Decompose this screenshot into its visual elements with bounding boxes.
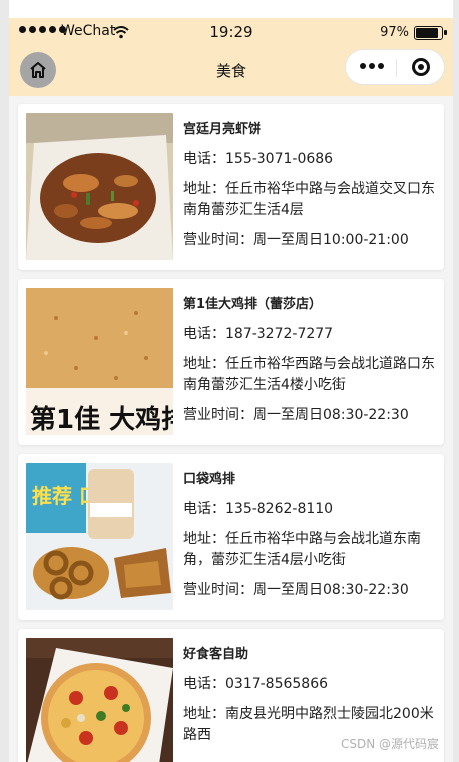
restaurant-name: 好食客自助 xyxy=(183,647,249,662)
capsule-divider xyxy=(396,59,397,77)
restaurant-name: 口袋鸡排 xyxy=(183,472,236,487)
restaurant-info: 宫廷月亮虾饼 电话：155-3071-0686 地址：任丘市裕华中路与会战道交叉… xyxy=(183,113,436,261)
restaurant-card[interactable]: 第1佳 大鸡排 第1佳大鸡排（蕾莎店） 电话：187-3272-7277 地址：… xyxy=(18,279,444,445)
device-screen: WeChat 19:29 97% 美食 宫廷月亮虾饼 电话：155-3071-0… xyxy=(0,0,459,762)
app-window: WeChat 19:29 97% 美食 宫廷月亮虾饼 电话：155-3071-0… xyxy=(9,18,453,762)
restaurant-hours: 营业时间：周一至周日08:30-22:30 xyxy=(183,407,409,423)
restaurant-card[interactable]: 宫廷月亮虾饼 电话：155-3071-0686 地址：任丘市裕华中路与会战道交叉… xyxy=(18,104,444,270)
watermark: CSDN @源代码宸 xyxy=(340,737,439,751)
restaurant-phone: 电话：135-8262-8110 xyxy=(183,501,334,517)
restaurant-card[interactable]: 推荐 口袋 口袋鸡排 电话：135-8262-8110 地址：任丘市裕华中路与会… xyxy=(18,454,444,620)
top-bar: WeChat 19:29 97% 美食 xyxy=(9,18,453,96)
restaurant-phone: 电话：155-3071-0686 xyxy=(183,151,334,167)
photo-caption: 第1佳 大鸡排 xyxy=(30,404,173,435)
restaurant-hours: 营业时间：周一至周日08:30-22:30 xyxy=(183,582,409,598)
more-menu-button[interactable] xyxy=(360,63,384,69)
nav-bar: 美食 xyxy=(9,46,453,96)
restaurant-list: 宫廷月亮虾饼 电话：155-3071-0686 地址：任丘市裕华中路与会战道交叉… xyxy=(9,96,453,762)
restaurant-name: 宫廷月亮虾饼 xyxy=(183,122,262,137)
battery-percent: 97% xyxy=(380,25,409,40)
restaurant-address: 地址：任丘市裕华中路与会战北道东南角，蕾莎汇生活4层小吃街 xyxy=(183,531,421,568)
status-bar: WeChat 19:29 97% xyxy=(9,18,453,46)
restaurant-name: 第1佳大鸡排（蕾莎店） xyxy=(183,297,323,312)
battery-icon xyxy=(414,26,447,40)
restaurant-address: 地址：任丘市裕华西路与会战北道路口东南角蕾莎汇生活4楼小吃街 xyxy=(183,356,435,393)
restaurant-photo: 推荐 口袋 xyxy=(26,463,173,610)
close-mini-program-button[interactable] xyxy=(412,58,430,76)
frame-right xyxy=(453,0,459,762)
restaurant-photo: 第1佳 大鸡排 xyxy=(26,288,173,435)
restaurant-phone: 电话：0317-8565866 xyxy=(183,676,329,692)
restaurant-photo xyxy=(26,638,173,762)
restaurant-address: 地址：任丘市裕华中路与会战道交叉口东南角蕾莎汇生活4层 xyxy=(183,181,435,218)
restaurant-phone: 电话：187-3272-7277 xyxy=(183,326,334,342)
restaurant-info: 第1佳大鸡排（蕾莎店） 电话：187-3272-7277 地址：任丘市裕华西路与… xyxy=(183,288,436,436)
mini-program-capsule xyxy=(345,49,445,85)
restaurant-photo xyxy=(26,113,173,260)
battery-fill xyxy=(416,28,439,38)
restaurant-info: 口袋鸡排 电话：135-8262-8110 地址：任丘市裕华中路与会战北道东南角… xyxy=(183,463,436,611)
frame-left xyxy=(0,0,9,762)
restaurant-hours: 营业时间：周一至周日10:00-21:00 xyxy=(183,232,409,248)
